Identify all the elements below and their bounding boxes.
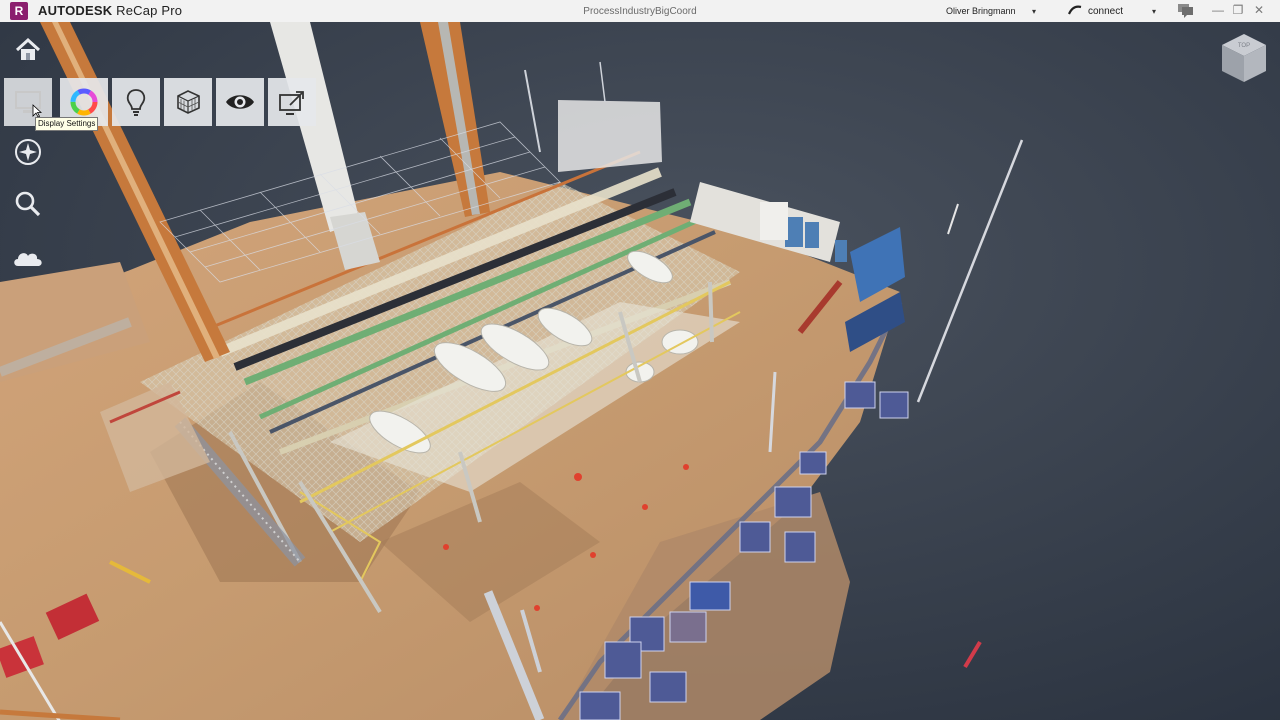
- display-settings-tooltip: Display Settings: [35, 117, 99, 131]
- user-menu[interactable]: Oliver Bringmann: [946, 6, 1016, 16]
- point-cloud-viewport[interactable]: [0, 22, 1280, 720]
- lighting-button[interactable]: [112, 78, 160, 126]
- viewcube-top-label: TOP: [1238, 43, 1250, 49]
- restore-button[interactable]: ❐: [1230, 3, 1246, 18]
- connect-chevron-down-icon[interactable]: ▾: [1152, 7, 1156, 16]
- export-icon: [279, 91, 304, 115]
- document-title: ProcessIndustryBigCoord: [583, 6, 697, 17]
- home-icon: [15, 37, 41, 60]
- recap-logo-icon: R: [10, 2, 28, 20]
- comments-icon[interactable]: [1177, 3, 1194, 18]
- connect-menu[interactable]: connect: [1088, 6, 1123, 17]
- navigation-button[interactable]: [10, 134, 46, 170]
- color-wheel-icon: [70, 88, 98, 116]
- app-name: AUTODESK ReCap Pro: [38, 3, 182, 18]
- search-icon: [15, 191, 41, 217]
- search-button[interactable]: [10, 186, 46, 222]
- export-button[interactable]: [268, 78, 316, 126]
- compass-icon: [15, 139, 41, 165]
- product-name: ReCap Pro: [116, 3, 183, 18]
- viewcube-icon[interactable]: TOP: [1218, 30, 1270, 88]
- cloud-button[interactable]: [10, 240, 46, 276]
- limit-box-icon: [177, 90, 200, 114]
- cloud-icon: [14, 253, 42, 266]
- visibility-button[interactable]: [216, 78, 264, 126]
- eye-icon: [226, 95, 254, 109]
- brand-name: AUTODESK: [38, 3, 113, 18]
- home-button[interactable]: [10, 32, 46, 68]
- title-bar: R AUTODESK ReCap Pro ProcessIndustryBigC…: [0, 0, 1280, 23]
- user-menu-chevron-down-icon[interactable]: ▾: [1032, 7, 1036, 16]
- mouse-cursor-icon: [32, 104, 42, 118]
- minimize-button[interactable]: —: [1210, 3, 1226, 18]
- lightbulb-icon: [126, 89, 146, 116]
- connect-icon[interactable]: [1068, 4, 1082, 16]
- point-cloud-scene: [0, 22, 1280, 720]
- limit-box-button[interactable]: [164, 78, 212, 126]
- close-button[interactable]: ✕: [1251, 3, 1267, 18]
